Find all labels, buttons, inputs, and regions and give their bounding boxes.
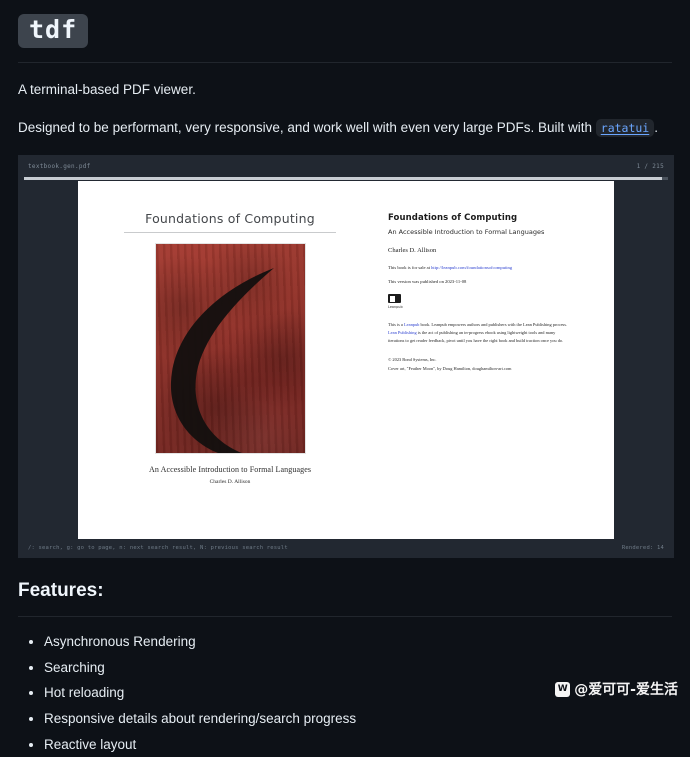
title-divider [18,62,672,64]
blurb-line2: is the act of publishing an in-progress … [416,329,556,335]
cover-title-rule [124,232,336,234]
pdf-details-column: Foundations of Computing An Accessible I… [366,199,598,529]
cover-author: Charles D. Allison [209,479,251,486]
status-key-hints: /: search, g: go to page, n: next search… [28,545,288,552]
cover-subtitle: An Accessible Introduction to Formal Lan… [148,465,312,475]
page-progress-fill [24,177,662,181]
leanpub-sale-link[interactable]: http://leanpub.com/foundationsofcomputin… [431,265,512,270]
leanpub-inline-link[interactable]: Leanpub [404,322,419,327]
blurb-line3: iterations to get reader feedback, pivot… [388,337,564,343]
description-paragraph: Designed to be performant, very responsi… [18,118,672,139]
cover-artwork [155,244,305,454]
details-version: This version was published on 2023-11-08 [388,279,467,285]
watermark-text: @爱可可-爱生活 [574,682,678,698]
pdf-viewport[interactable]: Foundations of Computing An Accessible I… [18,181,674,540]
list-item: Responsive details about rendering/searc… [44,706,672,732]
terminal-topbar: textbook.gen.pdf 1 / 215 [18,155,674,177]
copyright-line: © 2023 Bond Systems, Inc. [388,357,437,363]
readme-page: tdf A terminal-based PDF viewer. Designe… [0,0,690,757]
weibo-icon: W [555,681,571,697]
details-author: Charles D. Allison [388,247,437,255]
tagline: A terminal-based PDF viewer. [18,82,196,98]
details-copyright-block: © 2023 Bond Systems, Inc. Cover art, "Fe… [388,356,598,373]
page-progress-bar[interactable] [24,177,668,181]
list-item: Searching [44,655,672,681]
list-item: Asynchronous Rendering [44,629,672,655]
terminal-statusbar: /: search, g: go to page, n: next search… [18,538,674,558]
ratatui-link[interactable]: ratatui [595,119,655,138]
title-row: tdf [18,14,672,49]
cover-credit-line: Cover art, "Feather Moon", by Doug Hamil… [388,365,512,371]
status-rendered-count: Rendered: 14 [621,545,664,552]
list-item: Reactive layout [44,732,672,757]
details-sale-line: This book is for sale at http://leanpub.… [388,265,598,270]
page-counter-label: 1 / 215 [636,162,664,170]
pdf-filename-label: textbook.gen.pdf [28,162,91,170]
details-subtitle: An Accessible Introduction to Formal Lan… [388,228,545,237]
page-title: tdf [18,14,89,49]
description-prefix: Designed to be performant, very responsi… [18,120,596,136]
features-heading: Features: [18,580,104,602]
details-title: Foundations of Computing [388,213,518,224]
leanpub-logo: Leanpub [388,294,410,309]
blurb-line1-a: This is a [388,322,404,328]
cover-title: Foundations of Computing [145,211,315,227]
weibo-watermark: W @爱可可-爱生活 [555,679,678,699]
blurb-line1-b: book. Leanpub empowers authors and publi… [419,322,568,328]
lean-publishing-link[interactable]: Lean Publishing [388,330,417,335]
sale-prefix: This book is for sale at [388,265,432,271]
pdf-page: Foundations of Computing An Accessible I… [78,181,614,540]
crescent-icon [170,268,274,454]
pdf-cover-column: Foundations of Computing An Accessible I… [94,199,366,529]
leanpub-book-icon [388,294,401,304]
leanpub-wordmark: Leanpub [388,305,403,310]
terminal-screenshot: textbook.gen.pdf 1 / 215 Foundations of … [18,155,674,559]
description-suffix: . [654,120,658,136]
details-blurb: This is a Leanpub book. Leanpub empowers… [388,321,598,344]
features-divider [18,616,672,618]
